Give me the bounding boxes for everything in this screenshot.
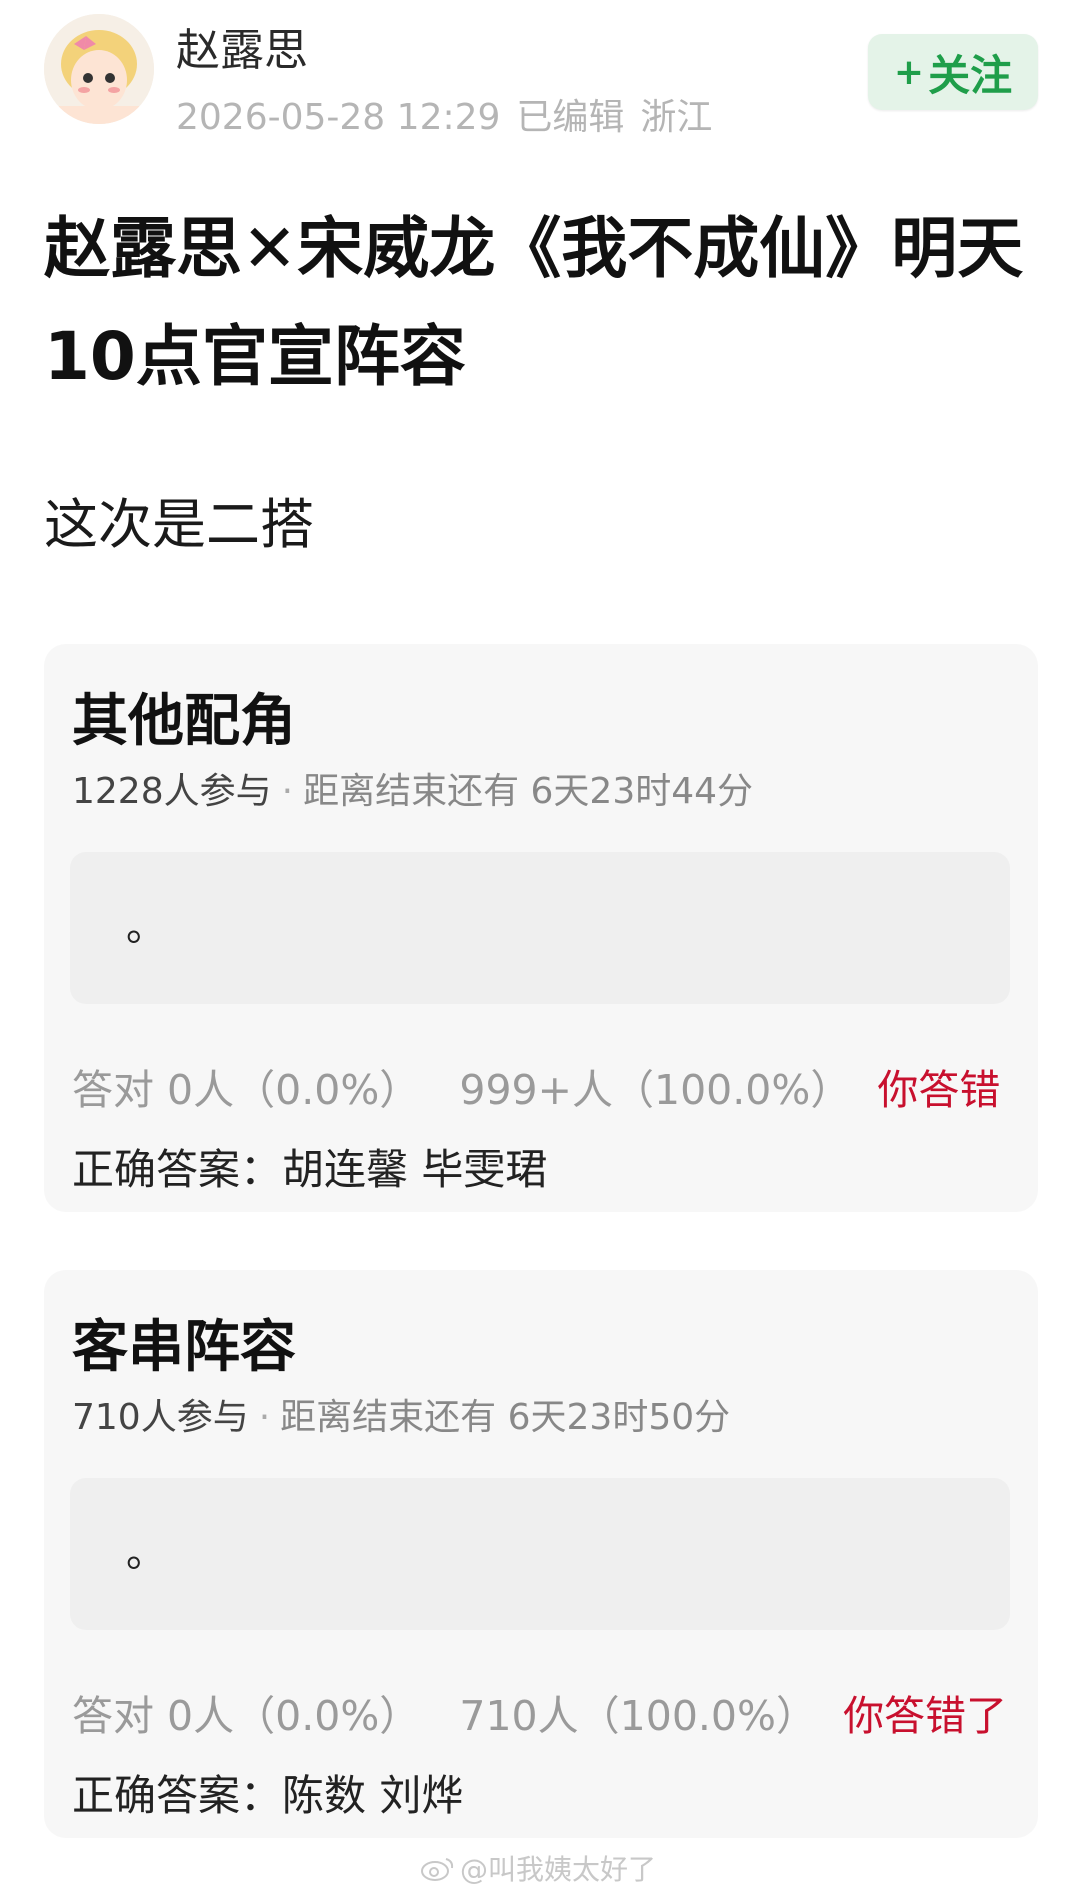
correct-answer: 正确答案：胡连馨 毕雯珺 [72, 1136, 547, 1197]
avatar-image [44, 14, 154, 124]
username[interactable]: 赵露思 [176, 14, 308, 78]
plus-icon: + [893, 51, 925, 93]
poll-option[interactable]: 。 [70, 852, 1010, 1004]
poll-card: 其他配角 1228人参与 · 距离结束还有 6天23时44分 。 答对 0人（0.0… [44, 644, 1038, 1212]
correct-stat: 答对 0人（0.0%） [72, 1066, 421, 1114]
post-location: 浙江 [640, 97, 713, 138]
poll-separator: · [258, 1397, 271, 1438]
poll-option-text: 。 [126, 1530, 166, 1576]
answer-label: 正确答案： [72, 1145, 283, 1194]
poll-result: 答对 0人（0.0%） 710人（100.0%） 你答错了 [72, 1682, 1038, 1742]
post-meta: 2026-05-28 12:29 已编辑 浙江 [176, 88, 728, 140]
poll-remaining: 距离结束还有 6天23时44分 [303, 771, 754, 812]
watermark-text: @叫我姨太好了 [460, 1853, 657, 1886]
watermark: @叫我姨太好了 [420, 1848, 656, 1888]
follow-button[interactable]: + 关注 [868, 34, 1038, 110]
answer-label: 正确答案： [72, 1771, 283, 1820]
post-title: 赵露思✕宋威龙《我不成仙》明天10点官宣阵容 [44, 210, 1024, 395]
correct-stat: 答对 0人（0.0%） [72, 1692, 421, 1740]
poll-participants: 1228人参与 [72, 771, 272, 812]
post-body: 这次是二搭 [44, 493, 314, 556]
follow-label: 关注 [928, 50, 1013, 100]
correct-answer: 正确答案：陈数 刘烨 [72, 1762, 463, 1823]
poll-card: 客串阵容 710人参与 · 距离结束还有 6天23时50分 。 答对 0人（0.0%… [44, 1270, 1038, 1838]
poll-remaining: 距离结束还有 6天23时50分 [280, 1397, 731, 1438]
poll-subtitle: 710人参与 · 距离结束还有 6天23时50分 [72, 1388, 730, 1440]
poll-result: 答对 0人（0.0%） 999+人（100.0%） 你答错 [72, 1056, 1038, 1116]
poll-option[interactable]: 。 [70, 1478, 1010, 1630]
poll-subtitle: 1228人参与 · 距离结束还有 6天23时44分 [72, 762, 753, 814]
weibo-logo-icon [421, 1858, 454, 1881]
wrong-result: 你答错了 [843, 1692, 1008, 1740]
other-stat: 999+人（100.0%） [459, 1066, 852, 1114]
poll-title: 其他配角 [72, 689, 296, 754]
poll-title: 客串阵容 [72, 1315, 296, 1380]
poll-participants: 710人参与 [72, 1397, 249, 1438]
poll-option-text: 。 [126, 904, 166, 950]
wrong-result: 你答错 [877, 1066, 1001, 1114]
answer-value: 陈数 刘烨 [282, 1771, 464, 1820]
post-date: 2026-05-28 12:29 [176, 97, 501, 138]
avatar[interactable] [44, 14, 154, 124]
poll-separator: · [281, 771, 294, 812]
answer-value: 胡连馨 毕雯珺 [282, 1145, 548, 1194]
other-stat: 710人（100.0%） [459, 1692, 817, 1740]
edited-tag: 已编辑 [516, 97, 625, 138]
